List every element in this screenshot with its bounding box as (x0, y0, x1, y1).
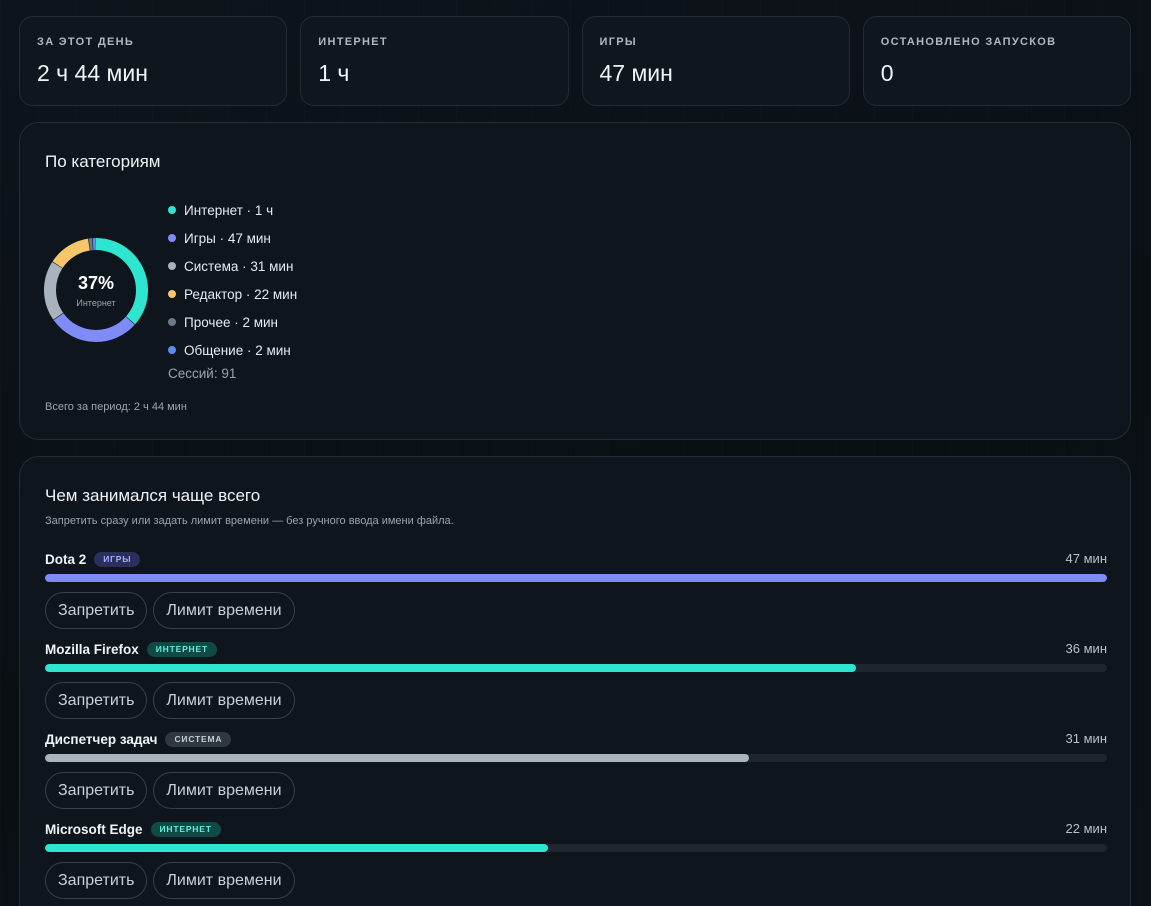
app-time: 36 мин (1065, 641, 1107, 656)
category-legend: Интернет · 1 ч Игры · 47 мин Система · 3… (168, 196, 297, 364)
legend-text: Игры · 47 мин (184, 230, 271, 246)
legend-item-other: Прочее · 2 мин (168, 308, 297, 336)
legend-item-communication: Общение · 2 мин (168, 336, 297, 364)
top-apps-title: Чем занимался чаще всего (45, 486, 261, 505)
app-name: Диспетчер задач (45, 731, 158, 747)
legend-item-system: Система · 31 мин (168, 252, 297, 280)
time-limit-button[interactable]: Лимит времени (153, 592, 295, 629)
app-head: Dota 2 ИГРЫ 47 мин (45, 550, 1107, 568)
legend-dot (168, 206, 176, 214)
legend-dot (168, 346, 176, 354)
app-time: 47 мин (1065, 551, 1107, 566)
time-limit-button[interactable]: Лимит времени (153, 682, 295, 719)
stat-label: ИНТЕРНЕТ (318, 36, 388, 48)
app-actions: Запретить Лимит времени (45, 862, 1107, 899)
top-apps-panel: Чем занимался чаще всего Запретить сразу… (19, 456, 1131, 906)
app-row-edge: Microsoft Edge ИНТЕРНЕТ 22 мин Запретить… (45, 820, 1107, 899)
legend-dot (168, 262, 176, 270)
app-head: Mozilla Firefox ИНТЕРНЕТ 36 мин (45, 640, 1107, 658)
usage-bar-fill (45, 574, 1107, 582)
stat-card-today: ЗА ЭТОТ ДЕНЬ 2 ч 44 мин (19, 16, 288, 106)
ban-button[interactable]: Запретить (45, 772, 148, 809)
legend-dot (168, 290, 176, 298)
app-name: Microsoft Edge (45, 821, 143, 837)
ban-button[interactable]: Запретить (45, 592, 148, 629)
ban-button[interactable]: Запретить (45, 682, 148, 719)
donut-center-label: Интернет (76, 297, 116, 308)
time-limit-button[interactable]: Лимит времени (153, 772, 295, 809)
stat-label: ИГРЫ (599, 36, 637, 48)
legend-dot (168, 234, 176, 242)
app-head: Microsoft Edge ИНТЕРНЕТ 22 мин (45, 820, 1107, 838)
stat-value: 1 ч (318, 60, 350, 86)
app-actions: Запретить Лимит времени (45, 772, 1107, 809)
stat-label: ОСТАНОВЛЕНО ЗАПУСКОВ (880, 36, 1057, 48)
stat-card-internet: ИНТЕРНЕТ 1 ч (300, 16, 569, 106)
legend-text: Общение · 2 мин (184, 342, 291, 358)
legend-text: Интернет · 1 ч (184, 202, 274, 218)
legend-text: Редактор · 22 мин (184, 286, 298, 302)
app-time: 22 мин (1065, 821, 1107, 836)
usage-bar (45, 664, 1107, 672)
legend-text: Система · 31 мин (184, 258, 294, 274)
legend-text: Прочее · 2 мин (184, 314, 279, 330)
period-total: Всего за период: 2 ч 44 мин (45, 401, 187, 413)
time-limit-button[interactable]: Лимит времени (153, 862, 295, 899)
app-row-firefox: Mozilla Firefox ИНТЕРНЕТ 36 мин Запретит… (45, 640, 1107, 719)
categories-title: По категориям (45, 152, 161, 171)
stats-row: ЗА ЭТОТ ДЕНЬ 2 ч 44 мин ИНТЕРНЕТ 1 ч ИГР… (19, 16, 1131, 106)
app-time: 31 мин (1065, 731, 1107, 746)
stat-card-blocked-launches: ОСТАНОВЛЕНО ЗАПУСКОВ 0 (862, 16, 1131, 106)
stat-value: 47 мин (599, 60, 673, 86)
usage-bar-fill (45, 664, 857, 672)
app-row-task-manager: Диспетчер задач СИСТЕМА 31 мин Запретить… (45, 730, 1107, 809)
legend-item-games: Игры · 47 мин (168, 224, 297, 252)
category-badge: ИНТЕРНЕТ (146, 641, 217, 657)
usage-bar (45, 844, 1107, 852)
usage-bar (45, 574, 1107, 582)
stat-value: 0 (880, 60, 894, 86)
categories-panel: По категориям 37% Интернет Интернет · 1 … (19, 122, 1131, 440)
usage-bar-fill (45, 754, 750, 762)
category-badge: ИНТЕРНЕТ (150, 821, 221, 837)
stat-value: 2 ч 44 мин (37, 60, 148, 86)
app-head: Диспетчер задач СИСТЕМА 31 мин (45, 730, 1107, 748)
app-row-dota2: Dota 2 ИГРЫ 47 мин Запретить Лимит време… (45, 550, 1107, 629)
category-badge: ИГРЫ (94, 551, 141, 567)
legend-item-internet: Интернет · 1 ч (168, 196, 297, 224)
app-name: Mozilla Firefox (45, 641, 139, 657)
usage-bar (45, 754, 1107, 762)
usage-bar-fill (45, 844, 549, 852)
donut-percent: 37% (77, 272, 115, 293)
sessions-count: Сессий: 91 (168, 366, 237, 381)
app-actions: Запретить Лимит времени (45, 682, 1107, 719)
app-actions: Запретить Лимит времени (45, 592, 1107, 629)
donut-center: 37% Интернет (42, 236, 150, 344)
stat-card-games: ИГРЫ 47 мин (581, 16, 850, 106)
ban-button[interactable]: Запретить (45, 862, 148, 899)
legend-dot (168, 318, 176, 326)
app-name: Dota 2 (45, 551, 87, 567)
legend-item-editor: Редактор · 22 мин (168, 280, 297, 308)
top-apps-subtitle: Запретить сразу или задать лимит времени… (45, 515, 454, 527)
dashboard: ЗА ЭТОТ ДЕНЬ 2 ч 44 мин ИНТЕРНЕТ 1 ч ИГР… (0, 0, 1151, 906)
category-badge: СИСТЕМА (165, 731, 232, 747)
stat-label: ЗА ЭТОТ ДЕНЬ (37, 36, 135, 48)
